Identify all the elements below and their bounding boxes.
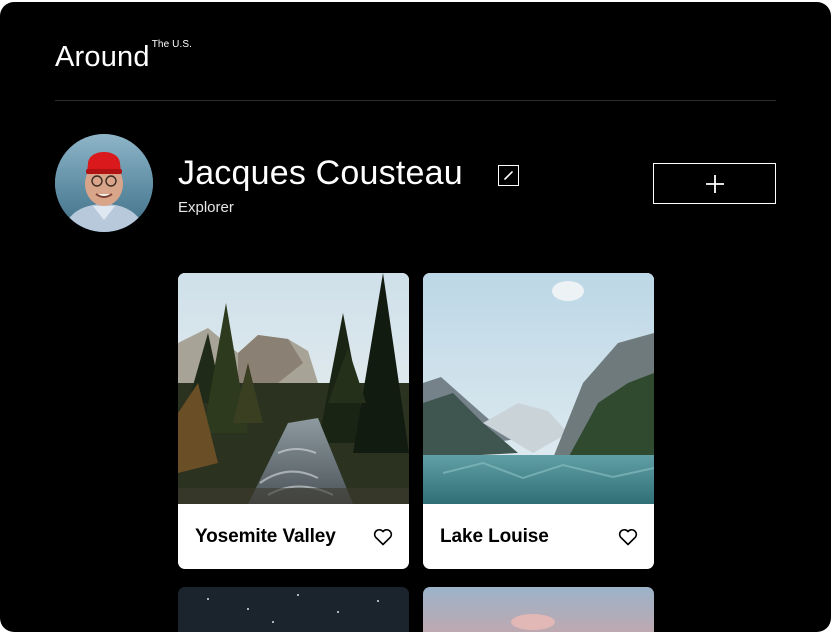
profile-title: Explorer: [178, 199, 234, 216]
place-card-partial-sunset[interactable]: [423, 587, 654, 632]
edit-profile-button[interactable]: [498, 165, 519, 186]
logo: Around The U.S.: [55, 40, 192, 74]
place-caption: Lake Louise: [423, 504, 654, 569]
add-place-button[interactable]: [653, 163, 776, 204]
place-name: Yosemite Valley: [195, 525, 336, 547]
place-card-partial-night[interactable]: [178, 587, 409, 632]
header-divider: [55, 100, 776, 101]
like-button[interactable]: [372, 526, 394, 548]
heart-outline-icon: [618, 528, 638, 545]
like-button[interactable]: [617, 526, 639, 548]
heart-outline-icon: [373, 528, 393, 545]
app-page: Around The U.S. Jacques Cousteau Explore…: [0, 2, 831, 632]
place-card: Lake Louise: [423, 273, 654, 569]
logo-superscript: The U.S.: [151, 39, 192, 50]
place-card: Yosemite Valley: [178, 273, 409, 569]
place-photo-yosemite[interactable]: [178, 273, 409, 504]
avatar[interactable]: [55, 134, 153, 232]
place-name: Lake Louise: [440, 525, 549, 547]
profile-name: Jacques Cousteau: [178, 154, 463, 192]
place-photo-lake-louise[interactable]: [423, 273, 654, 504]
plus-icon: [705, 174, 724, 193]
pencil-icon: [504, 171, 513, 180]
logo-text: Around: [55, 41, 150, 73]
place-caption: Yosemite Valley: [178, 504, 409, 569]
